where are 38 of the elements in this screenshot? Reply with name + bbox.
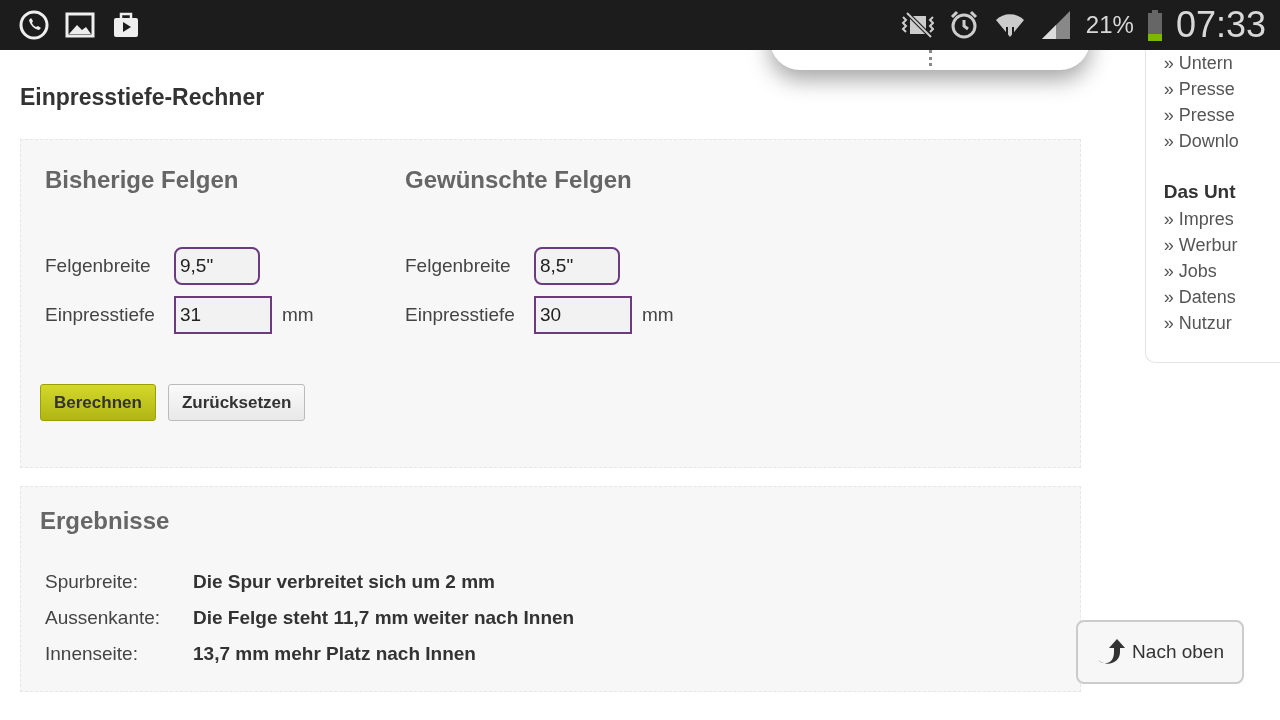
result-label: Aussenkante: bbox=[45, 607, 162, 629]
field-label: Felgenbreite bbox=[45, 255, 152, 277]
result-label: Innenseite: bbox=[45, 643, 139, 665]
results-title: Ergebnisse bbox=[40, 507, 171, 535]
field-label: Einpresstiefe bbox=[405, 304, 516, 326]
sidebar-link[interactable]: » Downlo bbox=[1163, 128, 1280, 154]
result-value: Die Spur verbreitet sich um 2 mm bbox=[193, 571, 496, 593]
group-title: Gewünschte Felgen bbox=[405, 166, 633, 194]
select-field[interactable]: 9,5" bbox=[174, 247, 260, 285]
sidebar-link[interactable]: » Datens bbox=[1163, 284, 1280, 310]
select-field[interactable]: 8,5" bbox=[534, 247, 620, 285]
sidebar-link[interactable]: » Impres bbox=[1163, 206, 1280, 232]
dotted-line bbox=[929, 50, 932, 66]
unit-label: mm bbox=[642, 304, 674, 326]
chat-bubble-icon bbox=[18, 9, 50, 41]
input-field[interactable]: 30 bbox=[534, 296, 632, 334]
back-to-top-button[interactable]: Nach oben bbox=[1076, 620, 1244, 684]
calculate-button[interactable]: Berechnen bbox=[40, 384, 156, 421]
result-value: 13,7 mm mehr Platz nach Innen bbox=[193, 643, 477, 665]
input-field[interactable]: 31 bbox=[174, 296, 272, 334]
result-value: Die Felge steht 11,7 mm weiter nach Innen bbox=[193, 607, 576, 629]
battery-percent: 21% bbox=[1085, 11, 1134, 39]
sidebar-link[interactable]: » Untern bbox=[1163, 50, 1280, 76]
sidebar-link[interactable]: » Presse bbox=[1163, 102, 1280, 128]
sidebar-heading: Das Unt bbox=[1163, 180, 1237, 204]
result-label: Spurbreite: bbox=[45, 571, 139, 593]
unit-label: mm bbox=[282, 304, 314, 326]
sidebar-link[interactable]: » Nutzur bbox=[1163, 310, 1280, 336]
reset-button[interactable]: Zurücksetzen bbox=[167, 384, 306, 421]
sidebar-link[interactable]: » Jobs bbox=[1163, 258, 1280, 284]
field-label: Einpresstiefe bbox=[45, 304, 156, 326]
field-label: Felgenbreite bbox=[405, 255, 512, 277]
page-title: Einpresstiefe-Rechner bbox=[20, 84, 266, 111]
battery-icon bbox=[1147, 9, 1162, 41]
sidebar-link[interactable]: » Presse bbox=[1163, 76, 1280, 102]
group-title: Bisherige Felgen bbox=[45, 166, 240, 194]
clock-time: 07:33 bbox=[1175, 4, 1266, 46]
sidebar-link[interactable]: » Werbur bbox=[1163, 232, 1280, 258]
